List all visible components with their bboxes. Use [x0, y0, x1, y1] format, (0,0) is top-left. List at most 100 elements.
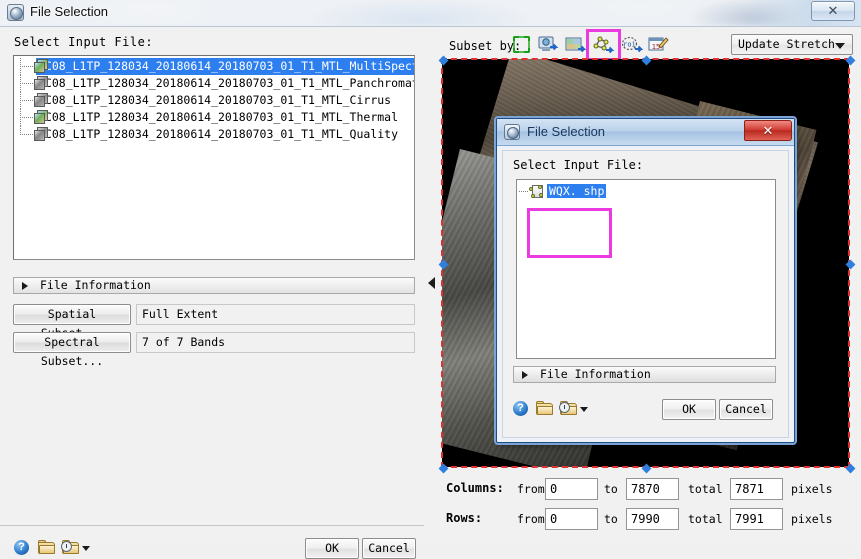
window-title: File Selection	[30, 4, 109, 19]
list-item-label: LC08_L1TP_128034_20180614_20180703_01_T1…	[38, 93, 392, 107]
tree-connector	[20, 66, 33, 67]
inner-file-information-expander[interactable]: File Information	[513, 366, 776, 383]
collapse-left-arrow-icon[interactable]	[428, 277, 435, 289]
open-folder-icon[interactable]	[38, 540, 55, 554]
inner-select-input-file-label: Select Input File:	[513, 158, 644, 172]
tree-connector	[519, 191, 528, 192]
columns-row: Columns: from 0 to 7870 total 7871 pixel…	[440, 478, 859, 500]
stretch-select[interactable]: Update Stretch	[731, 34, 853, 55]
file-selection-window: File Selection ✕ Select Input File: LC08…	[0, 0, 861, 559]
columns-to-label: to	[604, 482, 618, 496]
ok-button[interactable]: OK	[305, 538, 359, 559]
panel-splitter[interactable]	[424, 27, 438, 545]
tree-connector	[20, 117, 33, 118]
rows-from-label: from	[517, 512, 545, 526]
highlight-box-shapefile-item	[527, 208, 612, 258]
list-item[interactable]: LC08_L1TP_128034_20180614_20180703_01_T1…	[14, 92, 414, 109]
spatial-subset-button[interactable]: Spatial Subset...	[13, 304, 131, 340]
list-item-label: LC08_L1TP_128034_20180614_20180703_01_T1…	[38, 127, 399, 141]
tree-connector	[20, 100, 33, 101]
gray-layer-icon	[34, 93, 49, 108]
file-information-label: File Information	[40, 278, 151, 292]
window-titlebar: File Selection ✕	[0, 0, 861, 26]
inner-input-file-tree[interactable]: WQX. shp	[516, 179, 776, 359]
rows-from-input[interactable]: 0	[545, 508, 598, 530]
color-layer-icon	[34, 59, 49, 74]
columns-label: Columns:	[446, 481, 504, 495]
columns-units-label: pixels	[791, 482, 833, 496]
list-item[interactable]: LC08_L1TP_128034_20180614_20180703_01_T1…	[14, 75, 414, 92]
inner-dialog-titlebar: File Selection ✕	[497, 119, 794, 146]
rows-to-input[interactable]: 7990	[626, 508, 679, 530]
highlight-box-vector-tool	[586, 29, 621, 61]
gray-layer-icon	[34, 76, 49, 91]
chevron-right-icon	[522, 371, 528, 379]
list-item-label: WQX. shp	[547, 184, 607, 198]
recent-folder-icon[interactable]	[61, 540, 79, 554]
list-item[interactable]: WQX. shp	[517, 183, 775, 200]
list-item[interactable]: LC08_L1TP_128034_20180614_20180703_01_T1…	[14, 58, 414, 75]
spectral-subset-row: Spectral Subset... 7 of 7 Bands	[13, 332, 415, 368]
spectral-subset-value: 7 of 7 Bands	[136, 332, 415, 353]
rows-total-input[interactable]: 7991	[730, 508, 783, 530]
subset-by-image-icon[interactable]	[537, 34, 560, 55]
cancel-button[interactable]: Cancel	[362, 538, 416, 559]
spectral-subset-button[interactable]: Spectral Subset...	[13, 332, 131, 368]
spatial-subset-value: Full Extent	[136, 304, 415, 325]
list-item-label: LC08_L1TP_128034_20180614_20180703_01_T1…	[38, 76, 415, 90]
gray-layer-icon	[34, 127, 49, 142]
help-icon[interactable]: ?	[14, 540, 29, 555]
envi-app-icon	[7, 4, 24, 21]
list-item[interactable]: LC08_L1TP_128034_20180614_20180703_01_T1…	[14, 126, 414, 143]
inner-ok-button[interactable]: OK	[662, 399, 716, 420]
tree-connector	[20, 83, 33, 84]
inner-file-selection-dialog: File Selection ✕ Select Input File: WQX.…	[496, 118, 795, 443]
input-file-tree[interactable]: LC08_L1TP_128034_20180614_20180703_01_T1…	[13, 55, 415, 260]
tree-connector	[20, 134, 33, 135]
tree-line	[20, 126, 21, 135]
stretch-select-value: Update Stretch	[738, 37, 835, 51]
window-client-area: Select Input File: LC08_L1TP_128034_2018…	[0, 26, 861, 559]
left-panel: Select Input File: LC08_L1TP_128034_2018…	[0, 27, 424, 559]
shapefile-icon	[529, 185, 544, 199]
columns-total-input[interactable]: 7871	[730, 478, 783, 500]
help-icon[interactable]: ?	[513, 401, 528, 416]
list-item-label: LC08_L1TP_128034_20180614_20180703_01_T1…	[38, 110, 399, 124]
inner-dialog-body: Select Input File: WQX. shp File Informa…	[502, 150, 789, 438]
rows-label: Rows:	[446, 511, 483, 525]
rows-row: Rows: from 0 to 7990 total 7991 pixels	[440, 508, 859, 530]
envi-app-icon	[504, 124, 520, 140]
divider	[0, 525, 424, 526]
subset-by-extent-icon[interactable]	[510, 34, 533, 55]
resize-handle-bottom-right[interactable]	[845, 463, 856, 474]
select-input-file-label: Select Input File:	[14, 35, 154, 49]
columns-to-input[interactable]: 7870	[626, 478, 679, 500]
close-icon[interactable]: ✕	[811, 1, 855, 21]
subset-by-raster-icon[interactable]	[564, 34, 587, 55]
chevron-down-icon[interactable]	[82, 546, 90, 551]
svg-text:15: 15	[652, 43, 660, 51]
spatial-subset-row: Spatial Subset... Full Extent	[13, 304, 415, 340]
color-layer-icon	[34, 110, 49, 125]
subset-by-annotation-icon[interactable]: 15	[647, 34, 670, 55]
columns-from-label: from	[517, 482, 545, 496]
chevron-down-icon[interactable]	[580, 407, 588, 412]
list-item[interactable]: LC08_L1TP_128034_20180614_20180703_01_T1…	[14, 109, 414, 126]
file-information-expander[interactable]: File Information	[13, 277, 415, 294]
columns-from-input[interactable]: 0	[545, 478, 598, 500]
recent-folder-icon[interactable]	[559, 401, 577, 415]
columns-total-label: total	[688, 482, 723, 496]
chevron-down-icon	[835, 43, 845, 49]
rows-units-label: pixels	[791, 512, 833, 526]
svg-text:roi: roi	[623, 41, 636, 49]
inner-file-information-label: File Information	[540, 367, 651, 381]
rows-to-label: to	[604, 512, 618, 526]
subset-by-roi-icon[interactable]: roi	[620, 34, 644, 55]
rows-total-label: total	[688, 512, 723, 526]
chevron-right-icon	[22, 282, 28, 290]
inner-dialog-title: File Selection	[527, 124, 606, 139]
inner-cancel-button[interactable]: Cancel	[719, 399, 773, 420]
list-item-label: LC08_L1TP_128034_20180614_20180703_01_T1…	[36, 58, 414, 75]
close-icon[interactable]: ✕	[744, 120, 792, 141]
open-folder-icon[interactable]	[536, 401, 553, 415]
